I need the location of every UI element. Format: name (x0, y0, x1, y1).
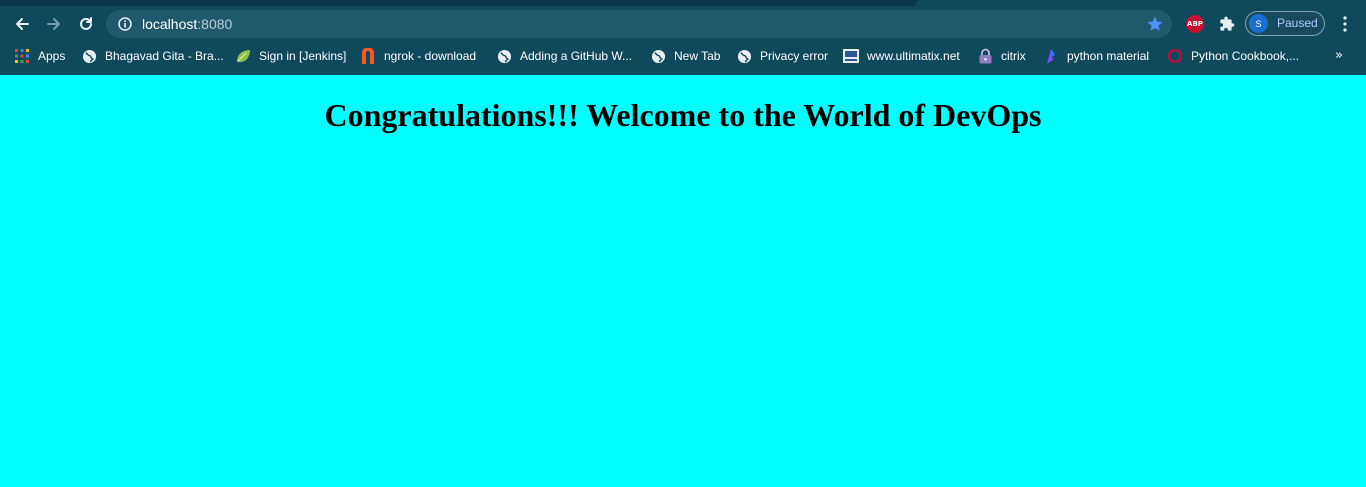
profile-button[interactable]: S Paused (1245, 11, 1325, 36)
bookmark-label: Adding a GitHub W... (520, 49, 633, 63)
page-heading: Congratulations!!! Welcome to the World … (324, 97, 1042, 133)
globe-icon (496, 48, 512, 64)
globe-icon (81, 48, 97, 64)
bookmark-bhagavad-gita[interactable]: Bhagavad Gita - Bra... (81, 46, 224, 66)
bookmark-apps[interactable]: Apps (14, 46, 65, 66)
sync-status: Paused (1277, 16, 1318, 30)
bookmark-ngrok[interactable]: ngrok - download (360, 46, 476, 66)
toolbar: localhost:8080 ABP S Paused (0, 6, 1366, 42)
extensions-button[interactable] (1213, 10, 1241, 38)
url-text[interactable]: localhost:8080 (142, 16, 232, 32)
more-vert-icon (1343, 16, 1347, 32)
browser-menu-button[interactable] (1333, 10, 1357, 38)
bookmark-privacy-error[interactable]: Privacy error (736, 46, 828, 66)
bookmark-label: www.ultimatix.net (867, 49, 960, 63)
bookmark-label: Sign in [Jenkins] (259, 49, 347, 63)
address-bar[interactable]: localhost:8080 (106, 10, 1172, 38)
python-material-icon (1043, 48, 1059, 64)
bookmarks-overflow-chevron-icon[interactable]: » (1335, 48, 1343, 63)
ngrok-icon (360, 48, 376, 64)
bookmark-new-tab[interactable]: New Tab (650, 46, 720, 66)
url-port: :8080 (197, 16, 233, 32)
bookmark-citrix[interactable]: citrix (977, 46, 1026, 66)
adblock-plus-extension[interactable]: ABP (1181, 10, 1209, 38)
forward-button[interactable] (40, 10, 68, 38)
globe-icon (736, 48, 752, 64)
lock-icon (977, 48, 993, 64)
info-icon[interactable] (118, 17, 132, 36)
bookmark-python-material[interactable]: python material (1043, 46, 1149, 66)
puzzle-icon (1220, 16, 1235, 31)
bookmark-label: Privacy error (760, 49, 829, 63)
bookmark-label: Apps (38, 49, 66, 63)
abp-icon: ABP (1186, 15, 1204, 33)
apps-grid-icon (14, 48, 30, 64)
page-content: Congratulations!!! Welcome to the World … (0, 75, 1366, 487)
tata-icon (843, 48, 859, 64)
bookmark-python-cookbook[interactable]: Python Cookbook,... (1167, 46, 1299, 66)
bookmark-label: Bhagavad Gita - Bra... (105, 49, 224, 63)
back-button[interactable] (8, 10, 36, 38)
avatar: S (1249, 14, 1268, 33)
browser-chrome: localhost:8080 ABP S Paused Apps Bhagava… (0, 0, 1366, 75)
bookmarks-bar: Apps Bhagavad Gita - Bra... Sign in [Jen… (0, 42, 1366, 70)
bookmark-label: citrix (1001, 49, 1026, 63)
reload-icon (80, 17, 92, 30)
bookmark-star-icon[interactable] (1146, 15, 1164, 38)
bookmark-label: Python Cookbook,... (1191, 49, 1300, 63)
bookmark-ultimatix[interactable]: www.ultimatix.net (843, 46, 960, 66)
reload-button[interactable] (72, 10, 100, 38)
arrow-right-icon (47, 18, 60, 30)
url-host: localhost (142, 16, 198, 32)
arrow-left-icon (16, 18, 29, 30)
bookmark-label: New Tab (674, 49, 721, 63)
bookmark-adding-github[interactable]: Adding a GitHub W... (496, 46, 632, 66)
globe-icon (650, 48, 666, 64)
bookmark-jenkins[interactable]: Sign in [Jenkins] (235, 46, 346, 66)
bookmark-label: python material (1067, 49, 1150, 63)
oreilly-icon (1167, 48, 1183, 64)
bookmark-label: ngrok - download (384, 49, 477, 63)
leaf-icon (235, 48, 251, 64)
